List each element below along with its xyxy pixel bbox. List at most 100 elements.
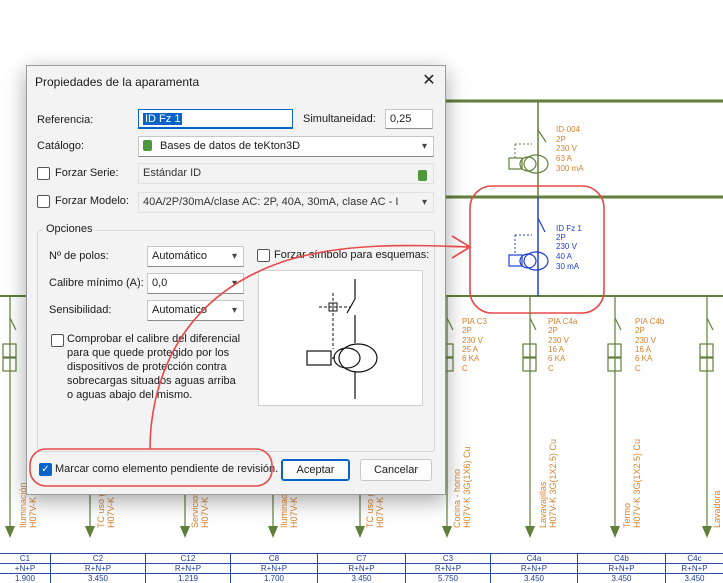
idfz1-name: ID Fz 1 bbox=[556, 224, 582, 233]
circuit-table: C1 +N+P 1.900 C2 R+N+P 3.450 C12 R+N+P 1… bbox=[0, 553, 723, 583]
breaker-c4a-current: 16 A bbox=[548, 345, 565, 354]
differential-symbol-icon bbox=[306, 279, 378, 399]
id004-name: ID-004 bbox=[556, 125, 581, 134]
aceptar-button[interactable]: Aceptar bbox=[281, 459, 350, 481]
forzar-simbolo-label: Forzar símbolo para esquemas: bbox=[274, 249, 430, 261]
idfz1-current: 40 A bbox=[556, 252, 573, 261]
forzar-simbolo-checkbox[interactable] bbox=[257, 249, 270, 262]
circuit-id: C12 bbox=[180, 554, 196, 563]
cable-spec: H07V-K 3G(1X2.5) Cu bbox=[548, 439, 558, 528]
cable-name: Lavavajillas bbox=[538, 481, 548, 528]
cable-spec: H07V-K 3 bbox=[200, 489, 210, 528]
cancelar-button[interactable]: Cancelar bbox=[360, 459, 432, 481]
cable-spec: H07V-K 3G(1X2.5) Cu bbox=[632, 439, 642, 528]
circuit-phase: +N+P bbox=[14, 564, 36, 573]
polos-select[interactable]: Automático ▾ bbox=[147, 246, 244, 267]
circuit-id: C4c bbox=[687, 554, 702, 563]
breaker-c4a-voltage: 230 V bbox=[548, 336, 570, 345]
table-column: C4a R+N+P 3.450 bbox=[490, 554, 577, 583]
differential-idfz1: ID Fz 1 2P 230 V 40 A 30 mA bbox=[508, 197, 582, 296]
table-column: C1 +N+P 1.900 bbox=[0, 554, 50, 583]
database-icon bbox=[143, 139, 152, 151]
polos-value: Automático bbox=[152, 250, 208, 262]
breaker-c4a-curve: C bbox=[548, 364, 554, 373]
circuit-phase: R+N+P bbox=[260, 564, 288, 573]
breaker-c3-breaking: 6 KA bbox=[462, 354, 480, 363]
circuit-phase: R+N+P bbox=[681, 564, 708, 573]
circuit-phase: R+N+P bbox=[520, 564, 548, 573]
id004-sensitivity: 300 mA bbox=[556, 164, 584, 173]
cable-name: Cocina - horno bbox=[452, 469, 462, 528]
breaker-c3-voltage: 230 V bbox=[462, 336, 484, 345]
symbol-preview bbox=[258, 270, 423, 406]
cable-spec: H07V-K 3 bbox=[375, 489, 385, 528]
forzar-modelo-checkbox[interactable] bbox=[37, 195, 50, 208]
catalogo-label: Catálogo: bbox=[37, 140, 85, 152]
marcar-pendiente-checkbox[interactable]: ✓ bbox=[39, 463, 52, 476]
idfz1-voltage: 230 V bbox=[556, 242, 578, 251]
breaker-c4b-name: PIA C4b bbox=[635, 317, 665, 326]
breaker-c4b-poles: 2P bbox=[635, 326, 645, 335]
breaker-c4a-breaking: 6 KA bbox=[548, 354, 566, 363]
referencia-input[interactable]: ID Fz 1 bbox=[138, 109, 293, 129]
idfz1-poles: 2P bbox=[556, 233, 566, 242]
breaker-c4a-poles: 2P bbox=[548, 326, 558, 335]
close-icon[interactable]: ✕ bbox=[417, 70, 441, 92]
comprobar-calibre-label: Comprobar el calibre del diferencial par… bbox=[67, 333, 241, 401]
breaker-c4b-voltage: 230 V bbox=[635, 336, 657, 345]
catalogo-select[interactable]: Bases de datos de teKton3D ▾ bbox=[138, 136, 434, 157]
circuit-id: C3 bbox=[442, 554, 454, 563]
highlight-frame-differential bbox=[469, 185, 605, 314]
idfz1-sensitivity: 30 mA bbox=[556, 262, 580, 271]
table-column: C3 R+N+P 5.750 bbox=[405, 554, 490, 583]
table-column: C2 R+N+P 3.450 bbox=[50, 554, 145, 583]
forzar-serie-value: Estándar ID bbox=[143, 167, 202, 179]
table-column: C8 R+N+P 1.700 bbox=[230, 554, 317, 583]
circuit-id: C4a bbox=[526, 554, 542, 563]
calibre-select[interactable]: 0,0 ▾ bbox=[147, 273, 244, 294]
circuit-phase: R+N+P bbox=[434, 564, 462, 573]
cable-name: Servicios bbox=[190, 491, 200, 528]
sensibilidad-select[interactable]: Automatico ▾ bbox=[147, 300, 244, 321]
simultaneidad-input[interactable]: 0,25 bbox=[385, 109, 433, 129]
id004-current: 63 A bbox=[556, 154, 573, 163]
breaker-c4b-breaking: 6 KA bbox=[635, 354, 653, 363]
breaker-c3-current: 25 A bbox=[462, 345, 479, 354]
cable-name: Lavadora bbox=[712, 490, 722, 528]
breaker-c3-curve: C bbox=[462, 364, 468, 373]
comprobar-calibre-checkbox[interactable] bbox=[51, 334, 64, 347]
circuit-phase: R+N+P bbox=[348, 564, 375, 573]
opciones-label: Opciones bbox=[43, 223, 96, 235]
cable-spec: H07V-K 3G(1X6) Cu bbox=[462, 446, 472, 528]
breaker-c3-name: PIA C3 bbox=[462, 317, 487, 326]
id004-voltage: 230 V bbox=[556, 144, 578, 153]
referencia-label: Referencia: bbox=[37, 114, 94, 126]
circuit-id: C1 bbox=[19, 554, 31, 563]
simultaneidad-label: Simultaneidad: bbox=[303, 113, 376, 125]
sensibilidad-value: Automatico bbox=[152, 304, 208, 316]
chevron-down-icon: ▾ bbox=[421, 141, 427, 152]
table-column: C4b R+N+P 3.450 bbox=[577, 554, 665, 583]
calibre-value: 0,0 bbox=[152, 277, 168, 289]
forzar-modelo-select[interactable]: 40A/2P/30mA/clase AC: 2P, 40A, 30mA, cla… bbox=[138, 192, 434, 213]
forzar-serie-field[interactable]: Estándar ID bbox=[138, 163, 434, 184]
database-icon bbox=[418, 167, 427, 183]
id004-poles: 2P bbox=[556, 135, 566, 144]
circuit-phase: R+N+P bbox=[84, 564, 112, 573]
forzar-serie-checkbox[interactable] bbox=[37, 167, 50, 180]
cable-spec: H07V-K 3 bbox=[289, 489, 299, 528]
chevron-down-icon: ▾ bbox=[421, 197, 427, 208]
forzar-modelo-label: Forzar Modelo: bbox=[55, 195, 129, 207]
differential-id004: ID-004 2P 230 V 63 A 300 mA bbox=[508, 101, 584, 197]
circuit-phase: R+N+P bbox=[608, 564, 635, 573]
table-column: C12 R+N+P 1.219 bbox=[145, 554, 230, 583]
circuit-id: C2 bbox=[92, 554, 104, 563]
chevron-down-icon: ▾ bbox=[231, 305, 237, 316]
circuit-id: C4b bbox=[614, 554, 629, 563]
circuit-phase: R+N+P bbox=[174, 564, 202, 573]
circuit-id: C8 bbox=[268, 554, 280, 563]
chevron-down-icon: ▾ bbox=[231, 251, 237, 262]
cable-spec: H07V-K 3 bbox=[106, 489, 116, 528]
forzar-serie-label: Forzar Serie: bbox=[55, 167, 119, 179]
table-column: C4c R+N+P 3.450 bbox=[665, 554, 723, 583]
